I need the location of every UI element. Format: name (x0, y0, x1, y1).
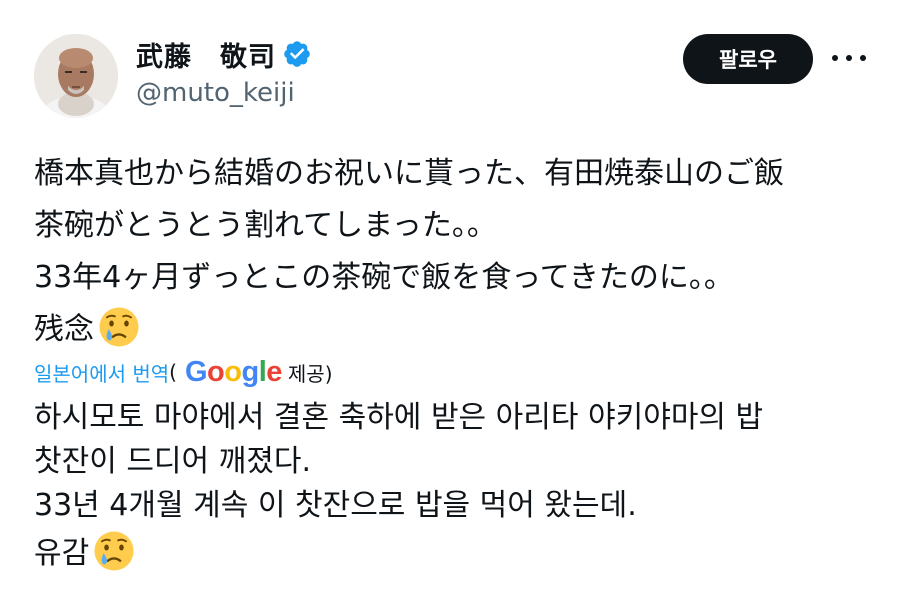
translate-link[interactable]: 일본어에서 번역 (34, 358, 169, 387)
tweet-line-text: 残念 (34, 312, 94, 347)
tweet-line: 茶碗がとうとう割れてしまった。。 (34, 208, 497, 243)
translated-line-last: 유감 (34, 528, 874, 576)
translated-text: 하시모토 마야에서 결혼 축하에 받은 아리타 야키야마의 밥 찻잔이 드디어 … (34, 396, 874, 576)
follow-button[interactable]: 팔로우 (683, 34, 813, 84)
user-names: 武藤 敬司 @muto_keiji (136, 34, 312, 108)
google-logo: Google (184, 355, 282, 388)
user-handle[interactable]: @muto_keiji (136, 78, 312, 108)
provided-by-label: 제공) (287, 361, 333, 386)
display-name[interactable]: 武藤 敬司 (136, 35, 276, 74)
more-horizontal-icon[interactable] (832, 46, 866, 70)
tweet-line-last: 残念 (34, 304, 874, 356)
tweet-text: 橋本真也から結婚のお祝いに貰った、有田焼泰山のご飯 茶碗がとうとう割れてしまった… (34, 148, 874, 356)
tweet-line: 橋本真也から結婚のお祝いに貰った、有田焼泰山のご飯 (34, 156, 784, 191)
translated-line: 33년 4개월 계속 이 찻잔으로 밥을 먹어 왔는데. (34, 488, 637, 523)
translation-bar: 일본어에서 번역 ( Google 제공) (34, 355, 333, 389)
translated-line: 하시모토 마야에서 결혼 축하에 받은 아리타 야키야마의 밥 (34, 400, 764, 435)
translated-line: 찻잔이 드디어 깨졌다. (34, 444, 312, 479)
tweet-line: 33年4ヶ月ずっとこの茶碗で飯を食ってきたのに。。 (34, 260, 734, 295)
translated-line-text: 유감 (34, 536, 90, 571)
open-paren: ( (169, 360, 177, 384)
crying-face-icon (99, 307, 139, 347)
tweet-header: 武藤 敬司 @muto_keiji 팔로우 (34, 34, 874, 118)
verified-badge-icon (284, 41, 310, 67)
crying-face-icon (94, 531, 134, 571)
avatar[interactable] (34, 34, 118, 118)
